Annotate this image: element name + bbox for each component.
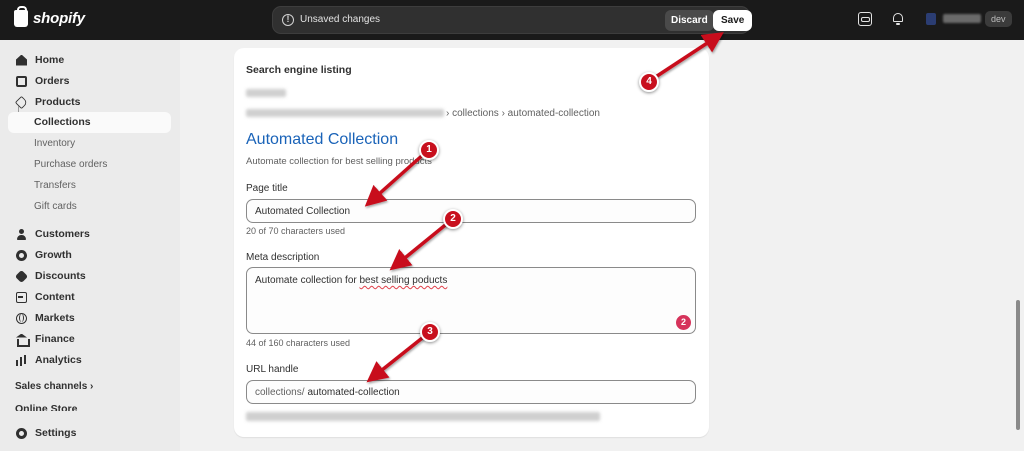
seo-card: Search engine listing › collections › au… xyxy=(234,48,709,437)
annotation-marker-2: 2 xyxy=(443,209,463,229)
meta-description-label: Meta description xyxy=(246,252,320,263)
page-scrollbar[interactable] xyxy=(1016,300,1020,430)
sidebar-item-label: Content xyxy=(35,291,75,303)
sidebar-item-collections[interactable]: Collections xyxy=(8,112,171,133)
sidebar-item-label: Markets xyxy=(35,312,75,324)
seo-preview-description: Automate collection for best selling pro… xyxy=(246,156,432,167)
sidebar-item-purchase-orders[interactable]: Purchase orders xyxy=(34,156,107,174)
meta-description-textarea[interactable]: Automate collection for best selling pod… xyxy=(246,267,696,334)
sidebar-item-content[interactable]: Content xyxy=(8,287,171,307)
url-handle-input[interactable]: collections/ automated-collection xyxy=(246,380,696,404)
growth-icon xyxy=(16,249,27,261)
sidebar-item-markets[interactable]: Markets xyxy=(8,308,171,328)
home-icon xyxy=(16,54,27,66)
annotation-marker-3: 3 xyxy=(420,322,440,342)
save-button[interactable]: Save xyxy=(713,10,753,31)
seo-preview-title: Automated Collection xyxy=(246,131,399,148)
sidebar-item-label: Settings xyxy=(35,427,77,439)
annotation-marker-1: 1 xyxy=(419,140,439,160)
page-title-label: Page title xyxy=(246,183,288,194)
sidebar-item-online-store[interactable]: Online Store xyxy=(15,403,165,411)
orders-icon xyxy=(16,75,27,87)
info-icon: ! xyxy=(282,14,294,26)
discount-icon xyxy=(14,269,29,283)
sidebar-item-label: Analytics xyxy=(35,354,82,366)
sidebar-item-label: Products xyxy=(35,96,81,108)
shopping-bag-icon xyxy=(14,6,28,27)
spellcheck-badge[interactable]: 2 xyxy=(676,315,691,330)
store-name-blurred[interactable] xyxy=(943,14,981,23)
sidebar-item-settings[interactable]: Settings xyxy=(8,423,171,443)
sidebar-item-label: Discounts xyxy=(35,270,86,282)
unsaved-changes-bar: ! Unsaved changes Discard Save xyxy=(272,6,753,34)
globe-icon xyxy=(16,312,27,324)
content-icon xyxy=(16,291,27,303)
top-bar: shopify ! Unsaved changes Discard Save d… xyxy=(0,0,1024,40)
url-handle-value: automated-collection xyxy=(307,386,400,398)
blurred-full-url xyxy=(246,412,600,421)
sidebar-item-growth[interactable]: Growth xyxy=(8,245,171,265)
page-title-helper: 20 of 70 characters used xyxy=(246,226,346,236)
sidebar-item-label: Finance xyxy=(35,333,75,345)
sidebar-item-orders[interactable]: Orders xyxy=(8,71,171,91)
url-handle-label: URL handle xyxy=(246,364,299,375)
misspelled-text: best selling poducts xyxy=(359,275,448,286)
store-icon[interactable] xyxy=(858,12,872,26)
sidebar-item-products[interactable]: Products xyxy=(8,92,171,112)
blurred-store-name xyxy=(246,89,286,97)
discard-button[interactable]: Discard xyxy=(665,10,714,31)
section-title: Search engine listing xyxy=(246,64,352,76)
chart-icon xyxy=(16,355,27,366)
unsaved-message: Unsaved changes xyxy=(300,14,381,25)
sidebar-item-analytics[interactable]: Analytics xyxy=(8,350,171,370)
gear-icon xyxy=(16,427,27,439)
dev-badge: dev xyxy=(985,11,1012,27)
sidebar-item-label: Growth xyxy=(35,249,72,261)
sidebar-item-inventory[interactable]: Inventory xyxy=(34,135,75,153)
page-title-input[interactable]: Automated Collection xyxy=(246,199,696,223)
sidebar-item-home[interactable]: Home xyxy=(8,50,171,70)
annotation-marker-4: 4 xyxy=(639,72,659,92)
sidebar: Home Orders Products Collections Invento… xyxy=(0,40,180,451)
url-breadcrumb: › collections › automated-collection xyxy=(446,108,600,119)
bell-icon[interactable] xyxy=(891,12,905,26)
store-avatar[interactable] xyxy=(926,13,936,25)
sidebar-item-customers[interactable]: Customers xyxy=(8,224,171,244)
sales-channels-link[interactable]: Sales channels › xyxy=(15,381,93,392)
url-prefix: collections/ xyxy=(255,386,305,398)
sidebar-item-gift-cards[interactable]: Gift cards xyxy=(34,198,77,216)
sidebar-item-transfers[interactable]: Transfers xyxy=(34,177,76,195)
sidebar-item-discounts[interactable]: Discounts xyxy=(8,266,171,286)
person-icon xyxy=(16,228,27,240)
logo-text: shopify xyxy=(33,10,85,27)
sidebar-item-label: Orders xyxy=(35,75,70,87)
sidebar-item-label: Collections xyxy=(34,116,91,128)
sidebar-item-finance[interactable]: Finance xyxy=(8,329,171,349)
shopify-logo[interactable]: shopify xyxy=(14,6,85,27)
bank-icon xyxy=(16,334,30,347)
meta-description-helper: 44 of 160 characters used xyxy=(246,338,351,348)
meta-description-text: Automate collection for best selling pod… xyxy=(255,275,448,286)
sidebar-item-label: Customers xyxy=(35,228,90,240)
blurred-store-url xyxy=(246,109,444,117)
sidebar-item-label: Home xyxy=(35,54,65,66)
